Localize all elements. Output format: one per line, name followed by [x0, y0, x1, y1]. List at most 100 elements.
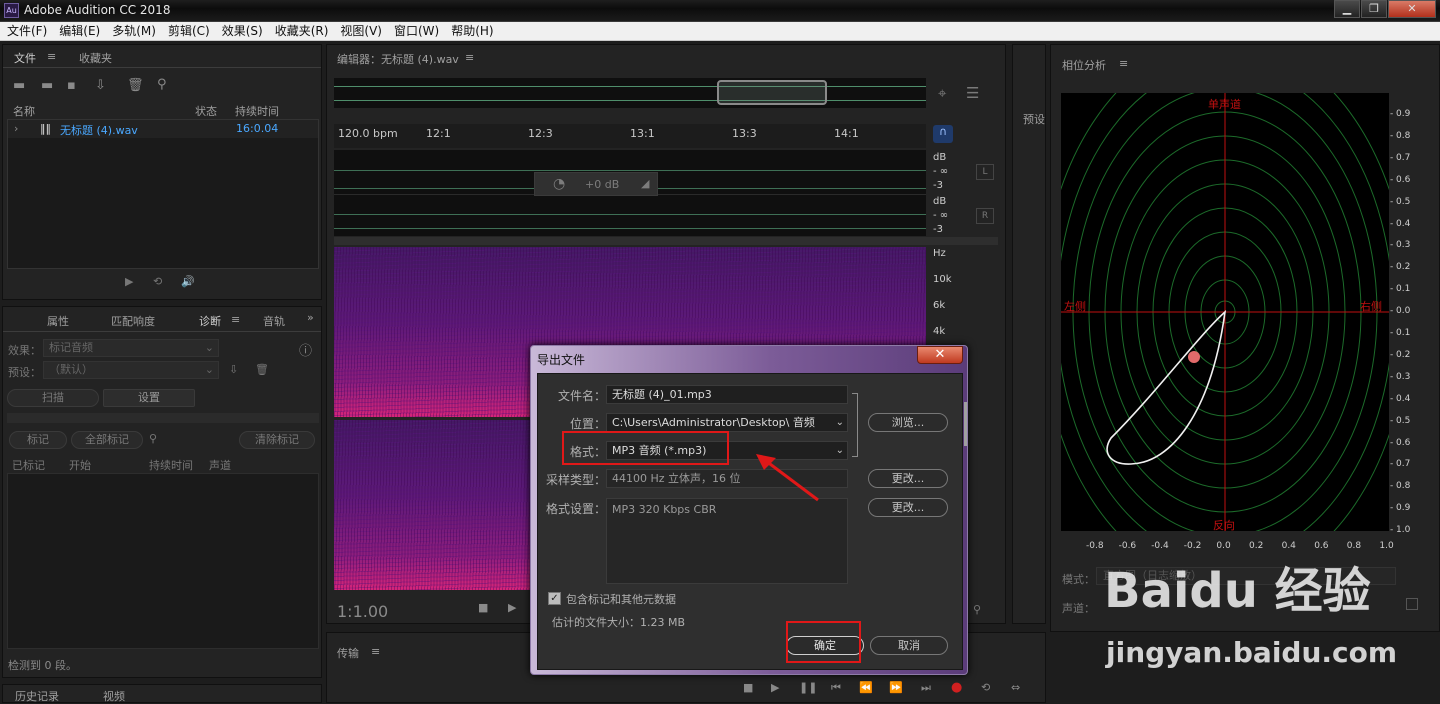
- overview-bar[interactable]: [334, 78, 926, 108]
- splitter-handle[interactable]: [334, 237, 998, 245]
- menu-view[interactable]: 视图(V): [333, 22, 387, 41]
- col-duration[interactable]: 持续时间: [235, 103, 279, 119]
- tab-video[interactable]: 视频: [103, 688, 125, 704]
- menu-favorites[interactable]: 收藏夹(R): [268, 22, 334, 41]
- tab-favorites[interactable]: 收藏夹: [79, 50, 112, 66]
- menu-clip[interactable]: 剪辑(C): [161, 22, 215, 41]
- chevron-right-icon[interactable]: ›: [14, 122, 18, 135]
- loop-icon[interactable]: ⟲: [981, 681, 990, 694]
- search-icon[interactable]: ⚲: [157, 77, 167, 92]
- col-duration[interactable]: 持续时间: [149, 457, 193, 473]
- tab-track[interactable]: 音轨: [263, 313, 285, 329]
- open-folder-icon[interactable]: ▬: [13, 78, 25, 93]
- stop-icon[interactable]: ■: [743, 681, 753, 694]
- skip-icon[interactable]: ⇔: [1011, 681, 1020, 694]
- restore-button[interactable]: ❐: [1361, 0, 1387, 18]
- tab-properties[interactable]: 属性: [47, 313, 69, 329]
- go-end-icon[interactable]: ⏭: [921, 681, 931, 695]
- menu-lines-icon[interactable]: ≡: [231, 313, 240, 326]
- col-name[interactable]: 名称: [13, 103, 35, 119]
- tab-diagnostics[interactable]: 诊断: [199, 313, 221, 329]
- editor-title[interactable]: 编辑器：无标题 (4).wav: [337, 51, 459, 67]
- record-icon[interactable]: ●: [951, 680, 962, 695]
- mark-all-button[interactable]: 全部标记: [71, 431, 143, 449]
- phase-y-tick: 0.1: [1396, 284, 1411, 295]
- hud-volume[interactable]: ◔ +0 dB ◢: [534, 172, 658, 196]
- tab-presets[interactable]: 预设: [1023, 111, 1045, 127]
- col-status[interactable]: 状态: [195, 103, 217, 119]
- col-channel[interactable]: 声道: [209, 457, 231, 473]
- new-file-icon[interactable]: ▪: [67, 78, 76, 93]
- close-window-button[interactable]: ✕: [1388, 0, 1436, 18]
- save-preset-icon[interactable]: ⇩: [229, 363, 238, 376]
- expand-panels-icon[interactable]: »: [307, 311, 314, 324]
- col-start[interactable]: 开始: [69, 457, 91, 473]
- file-duration: 16:0.04: [236, 122, 279, 135]
- dialog-close-button[interactable]: ✕: [917, 346, 963, 364]
- phase-x-axis: -0.8 -0.6 -0.4 -0.2 0.0 0.2 0.4 0.6 0.8 1.0: [1061, 532, 1401, 551]
- snap-magnet-icon[interactable]: ∩: [933, 125, 953, 143]
- tab-match-loudness[interactable]: 匹配响度: [111, 313, 155, 329]
- menu-effects[interactable]: 效果(S): [215, 22, 268, 41]
- show-checkbox[interactable]: [1406, 598, 1418, 610]
- waveform-area[interactable]: ◔ +0 dB ◢: [334, 150, 926, 236]
- rewind-icon[interactable]: ⏪: [859, 681, 873, 694]
- import-icon[interactable]: ▬: [41, 78, 53, 93]
- transport-title[interactable]: 传输: [337, 645, 359, 661]
- loop-icon[interactable]: ⟲: [153, 275, 162, 288]
- settings-button[interactable]: 设置: [103, 389, 195, 407]
- zoom-icon[interactable]: ⚲: [973, 603, 981, 616]
- menu-window[interactable]: 窗口(W): [387, 22, 444, 41]
- tick-mark: -: [1390, 393, 1394, 404]
- phase-panel-title[interactable]: 相位分析: [1062, 57, 1106, 73]
- knob-icon[interactable]: ◔: [553, 176, 565, 192]
- divider-handle[interactable]: [7, 413, 319, 423]
- tab-files[interactable]: 文件: [14, 50, 36, 66]
- tab-history[interactable]: 历史记录: [15, 688, 59, 704]
- list-icon[interactable]: ☰: [966, 84, 979, 102]
- menu-lines-icon[interactable]: ≡: [465, 51, 474, 64]
- preset-select[interactable]: （默认） ⌄: [43, 361, 219, 379]
- play-icon[interactable]: ▶: [125, 275, 133, 288]
- menu-lines-icon[interactable]: ≡: [47, 50, 56, 63]
- include-metadata-checkbox[interactable]: ✓: [548, 592, 561, 605]
- phase-y-tick: 0.2: [1396, 349, 1411, 360]
- channel-left-button[interactable]: L: [976, 164, 994, 180]
- col-marked[interactable]: 已标记: [12, 457, 45, 473]
- zoom-target-icon[interactable]: ⌖: [938, 84, 946, 102]
- menu-file[interactable]: 文件(F): [0, 22, 52, 41]
- pin-icon[interactable]: ◢: [641, 177, 649, 190]
- mark-button[interactable]: 标记: [9, 431, 67, 449]
- change-sample-button[interactable]: 更改...: [868, 469, 948, 488]
- pause-icon[interactable]: ❚❚: [799, 681, 817, 694]
- insert-icon[interactable]: ⇩: [95, 78, 106, 93]
- play-icon[interactable]: ▶: [771, 681, 779, 694]
- dialog-scrollbar[interactable]: [964, 402, 967, 446]
- play-icon[interactable]: ▶: [508, 601, 516, 614]
- menu-edit[interactable]: 编辑(E): [52, 22, 105, 41]
- effect-select[interactable]: 标记音频 ⌄: [43, 339, 219, 357]
- delete-icon[interactable]: 🗑: [127, 78, 144, 93]
- clear-marks-button[interactable]: 清除标记: [239, 431, 315, 449]
- list-item[interactable]: › ‖‖ 无标题 (4).wav 16:0.04: [8, 120, 318, 138]
- info-icon[interactable]: ⓘ: [299, 340, 312, 359]
- change-format-button[interactable]: 更改...: [868, 498, 948, 517]
- fast-forward-icon[interactable]: ⏩: [889, 681, 903, 694]
- go-start-icon[interactable]: ⏮: [831, 681, 841, 695]
- scan-button[interactable]: 扫描: [7, 389, 99, 407]
- filename-input[interactable]: 无标题 (4)_01.mp3: [606, 385, 848, 404]
- cancel-button[interactable]: 取消: [870, 636, 948, 655]
- autoplay-icon[interactable]: 🔊: [181, 275, 195, 288]
- menu-help[interactable]: 帮助(H): [444, 22, 498, 41]
- channel-right-button[interactable]: R: [976, 208, 994, 224]
- delete-preset-icon[interactable]: 🗑: [255, 363, 269, 376]
- browse-button[interactable]: 浏览...: [868, 413, 948, 432]
- minimize-button[interactable]: ▁: [1334, 0, 1360, 18]
- zoom-navigator-handle[interactable]: [717, 80, 827, 105]
- zoom-icon[interactable]: ⚲: [149, 432, 157, 445]
- menu-lines-icon[interactable]: ≡: [371, 645, 380, 658]
- stop-icon[interactable]: ■: [478, 601, 488, 614]
- menu-lines-icon[interactable]: ≡: [1119, 57, 1128, 70]
- location-select[interactable]: C:\Users\Administrator\Desktop\ 音频 ⌄: [606, 413, 848, 432]
- menu-multitrack[interactable]: 多轨(M): [105, 22, 161, 41]
